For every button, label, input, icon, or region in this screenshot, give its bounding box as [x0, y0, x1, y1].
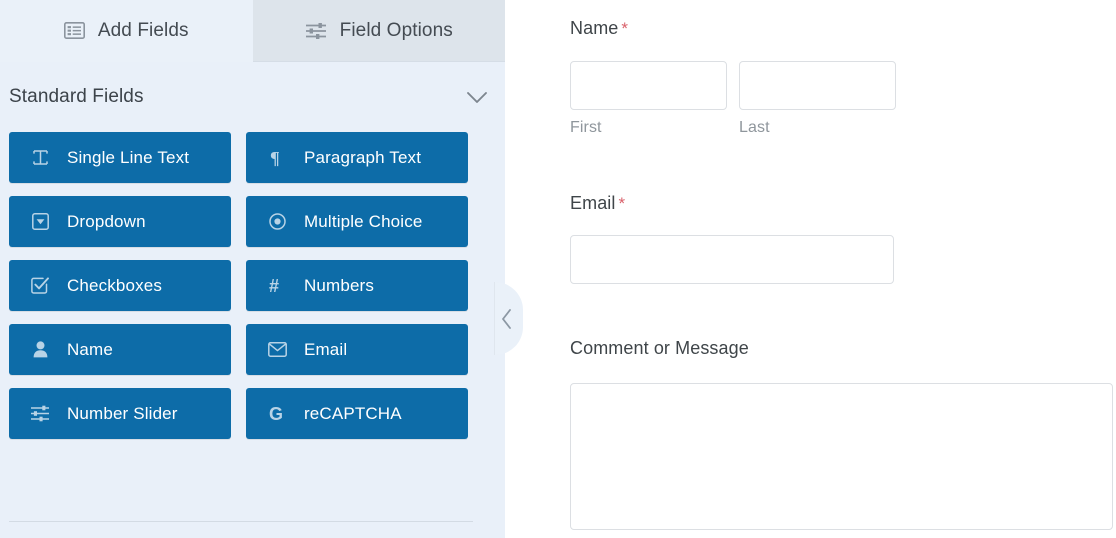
- panel-tabs: Add Fields Field Options: [0, 0, 505, 62]
- chevron-down-icon[interactable]: [466, 91, 488, 104]
- field-button-single-line-text[interactable]: Single Line Text: [9, 132, 231, 183]
- standard-fields-title: Standard Fields: [9, 86, 144, 107]
- required-marker: *: [618, 194, 626, 213]
- field-button-label: Dropdown: [67, 211, 146, 231]
- field-button-name[interactable]: Name: [9, 324, 231, 375]
- preview-field-email[interactable]: Email *: [570, 193, 1110, 284]
- list-panel-icon: [63, 22, 85, 39]
- preview-field-comment-label-row: Comment or Message: [570, 338, 1115, 359]
- field-button-label: Multiple Choice: [304, 211, 423, 231]
- user-icon: [30, 341, 50, 358]
- pilcrow-icon: ¶: [267, 149, 287, 167]
- sliders-icon: [30, 405, 50, 422]
- svg-text:G: G: [269, 404, 283, 423]
- preview-name-inputs: [570, 61, 1110, 110]
- preview-field-label: Email: [570, 193, 616, 213]
- envelope-icon: [267, 342, 287, 357]
- field-button-paragraph-text[interactable]: ¶ Paragraph Text: [246, 132, 468, 183]
- preview-field-name-label-row: Name *: [570, 18, 1110, 39]
- sliders-icon: [305, 22, 327, 40]
- tab-field-options[interactable]: Field Options: [252, 0, 505, 62]
- field-button-email[interactable]: Email: [246, 324, 468, 375]
- field-button-multiple-choice[interactable]: Multiple Choice: [246, 196, 468, 247]
- wpforms-form-builder: Add Fields Field Options Standard Fields…: [0, 0, 1116, 538]
- field-button-label: Numbers: [304, 275, 375, 295]
- standard-fields-grid: Single Line Text ¶ Paragraph Text Dropdo…: [0, 132, 505, 439]
- panel-section-divider: [9, 521, 473, 522]
- tab-add-fields-label: Add Fields: [97, 19, 189, 41]
- field-button-checkboxes[interactable]: Checkboxes: [9, 260, 231, 311]
- dropdown-caret-icon: [30, 213, 50, 230]
- preview-field-label: Comment or Message: [570, 338, 749, 358]
- field-button-recaptcha[interactable]: G reCAPTCHA: [246, 388, 468, 439]
- radio-button-icon: [267, 213, 287, 230]
- checkbox-checked-icon: [30, 277, 50, 294]
- google-g-icon: G: [267, 404, 287, 423]
- field-button-label: Paragraph Text: [304, 147, 422, 167]
- preview-field-comment[interactable]: Comment or Message: [570, 338, 1115, 530]
- preview-name-sublabels: First Last: [570, 119, 1110, 137]
- last-name-input[interactable]: [739, 61, 896, 110]
- field-button-label: Number Slider: [67, 403, 178, 423]
- field-button-dropdown[interactable]: Dropdown: [9, 196, 231, 247]
- preview-field-label: Name: [570, 18, 619, 38]
- text-cursor-icon: [30, 149, 50, 166]
- field-button-label: reCAPTCHA: [304, 403, 402, 423]
- field-button-numbers[interactable]: # Numbers: [246, 260, 468, 311]
- field-button-number-slider[interactable]: Number Slider: [9, 388, 231, 439]
- hash-icon: #: [267, 277, 287, 295]
- standard-fields-section-header[interactable]: Standard Fields: [0, 62, 505, 132]
- svg-text:#: #: [269, 277, 279, 295]
- chevron-left-icon: [501, 308, 514, 330]
- last-name-sublabel: Last: [739, 119, 770, 136]
- comment-textarea[interactable]: [570, 383, 1113, 530]
- field-button-label: Checkboxes: [67, 275, 163, 295]
- panel-scrollbar-track[interactable]: [505, 0, 1035, 538]
- field-button-label: Email: [304, 339, 348, 359]
- first-name-input[interactable]: [570, 61, 727, 110]
- field-button-label: Single Line Text: [67, 147, 190, 167]
- email-input[interactable]: [570, 235, 894, 284]
- tab-field-options-label: Field Options: [339, 19, 453, 41]
- preview-field-name[interactable]: Name * First Last: [570, 18, 1110, 137]
- add-fields-panel: Add Fields Field Options Standard Fields…: [0, 0, 505, 538]
- tab-add-fields[interactable]: Add Fields: [0, 0, 253, 62]
- field-button-label: Name: [67, 339, 113, 359]
- first-name-sublabel: First: [570, 119, 602, 136]
- preview-field-email-label-row: Email *: [570, 193, 1110, 214]
- form-preview-panel: Name * First Last Email * Comment or Messa…: [531, 0, 1116, 538]
- required-marker: *: [621, 19, 629, 38]
- svg-text:¶: ¶: [270, 149, 280, 167]
